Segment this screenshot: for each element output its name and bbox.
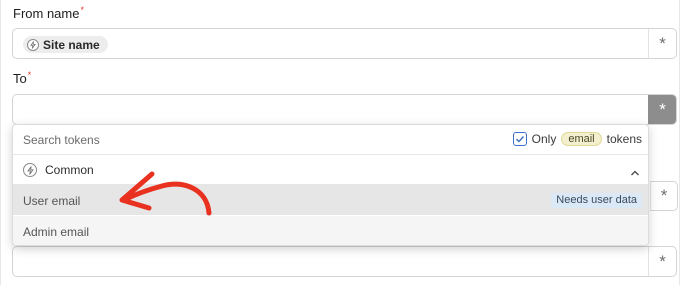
only-prefix: Only	[531, 132, 557, 146]
from-name-field[interactable]: Site name *	[12, 28, 677, 59]
chevron-up-icon[interactable]	[630, 164, 640, 182]
check-icon	[515, 136, 524, 143]
token-item-label: Admin email	[23, 225, 90, 239]
only-email-checkbox[interactable]	[512, 132, 527, 146]
required-marker: *	[80, 5, 84, 15]
annotation-arrow	[119, 171, 212, 216]
token-item-admin-email[interactable]: Admin email	[13, 216, 648, 245]
only-suffix: tokens	[606, 132, 642, 146]
hidden-field-token-button[interactable]: *	[650, 181, 678, 211]
token-search-input[interactable]: Search tokens	[23, 133, 100, 147]
token-dropdown: Search tokens Only email tokens Common U…	[12, 124, 649, 246]
token-item-label: User email	[23, 194, 81, 208]
bolt-icon	[27, 38, 39, 51]
to-label: To*	[13, 70, 32, 86]
to-label-text: To	[13, 71, 27, 86]
from-name-label-text: From name	[13, 6, 80, 21]
group-label: Common	[45, 163, 94, 177]
lower-field[interactable]: *	[12, 246, 677, 277]
email-filter-pill: email	[561, 132, 602, 146]
token-item-user-email[interactable]: User email Needs user data	[13, 185, 648, 215]
asterisk-icon: *	[660, 186, 668, 205]
only-email-filter[interactable]: Only email tokens	[512, 132, 642, 146]
chip-label: Site name	[43, 37, 100, 52]
frame-border-left	[0, 0, 1, 285]
asterisk-icon: *	[659, 34, 666, 53]
needs-user-data-badge: Needs user data	[551, 193, 642, 208]
from-name-token-button[interactable]: *	[648, 29, 676, 58]
token-group-common[interactable]: Common	[13, 155, 648, 185]
lower-field-token-button[interactable]: *	[648, 247, 676, 276]
asterisk-icon: *	[659, 252, 666, 271]
bolt-icon	[23, 163, 37, 177]
asterisk-icon: *	[659, 100, 666, 119]
token-search-row: Search tokens Only email tokens	[13, 125, 648, 155]
to-field[interactable]: *	[12, 94, 677, 125]
from-name-label: From name*	[13, 5, 84, 21]
required-marker: *	[27, 70, 32, 80]
site-name-token-chip[interactable]: Site name	[23, 36, 108, 53]
to-token-button[interactable]: *	[648, 95, 676, 124]
